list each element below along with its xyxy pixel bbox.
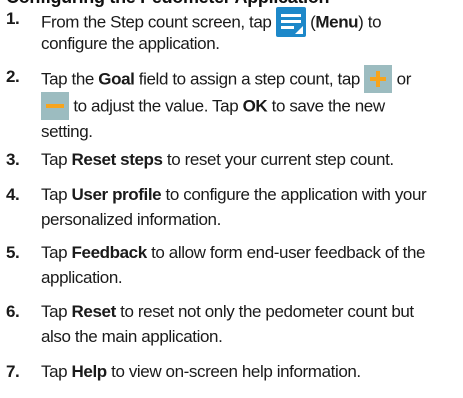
step-text: ) to bbox=[358, 12, 382, 32]
step-number: 2. bbox=[6, 67, 20, 86]
step-line: Tap Help to view on-screen help informat… bbox=[41, 361, 361, 383]
step-text: Tap bbox=[41, 362, 72, 381]
step-number: 3. bbox=[6, 150, 20, 169]
step-line: configure the application. bbox=[41, 34, 220, 53]
step-text: Tap bbox=[41, 243, 72, 262]
step-line: Tap Reset steps to reset your current st… bbox=[41, 149, 394, 171]
step-text: to adjust the value. Tap bbox=[73, 96, 243, 116]
step-line: personalized information. bbox=[41, 210, 221, 229]
step-number: 5. bbox=[6, 243, 20, 262]
ok-label: OK bbox=[242, 96, 268, 116]
step-text: From the Step count screen, tap bbox=[41, 12, 272, 32]
step-line: to adjust the value. Tap OK to save the … bbox=[41, 92, 385, 121]
step-line: application. bbox=[41, 268, 123, 287]
user-profile-label: User profile bbox=[71, 185, 162, 204]
step-text: to view on-screen help information. bbox=[106, 362, 361, 381]
step-number: 1. bbox=[6, 9, 20, 28]
step-text: or bbox=[396, 69, 412, 89]
instructions-page: Configuring the Pedometer Application 1.… bbox=[0, 0, 463, 398]
plus-icon bbox=[364, 65, 393, 93]
step-number: 7. bbox=[6, 362, 20, 381]
reset-label: Reset bbox=[71, 302, 117, 321]
menu-label: Menu bbox=[315, 12, 359, 32]
reset-steps-label: Reset steps bbox=[71, 150, 163, 169]
step-number: 4. bbox=[6, 185, 20, 204]
step-text: to reset your current step count. bbox=[162, 150, 394, 169]
step-text: to configure the application with your bbox=[161, 185, 427, 204]
step-text: Tap the bbox=[41, 69, 99, 89]
step-text: to reset not only the pedometer count bu… bbox=[115, 302, 414, 321]
step-text: to allow form end-user feedback of the bbox=[146, 243, 426, 262]
step-line: Tap Feedback to allow form end-user feed… bbox=[41, 242, 425, 264]
step-line: Tap User profile to configure the applic… bbox=[41, 184, 427, 206]
minus-icon bbox=[41, 92, 69, 120]
step-line: setting. bbox=[41, 122, 93, 141]
step-text: field to assign a step count, tap bbox=[134, 69, 361, 89]
step-text: to save the new bbox=[267, 96, 385, 116]
menu-icon bbox=[275, 7, 306, 37]
step-text: Tap bbox=[41, 185, 72, 204]
step-number: 6. bbox=[6, 302, 20, 321]
step-text: Tap bbox=[41, 150, 72, 169]
help-label: Help bbox=[71, 362, 108, 381]
step-line: also the main application. bbox=[41, 327, 223, 346]
step-text: Tap bbox=[41, 302, 72, 321]
step-line: Tap Reset to reset not only the pedomete… bbox=[41, 301, 414, 323]
feedback-label: Feedback bbox=[71, 243, 148, 262]
step-line: Tap the Goal field to assign a step coun… bbox=[41, 65, 412, 94]
goal-label: Goal bbox=[98, 69, 135, 89]
